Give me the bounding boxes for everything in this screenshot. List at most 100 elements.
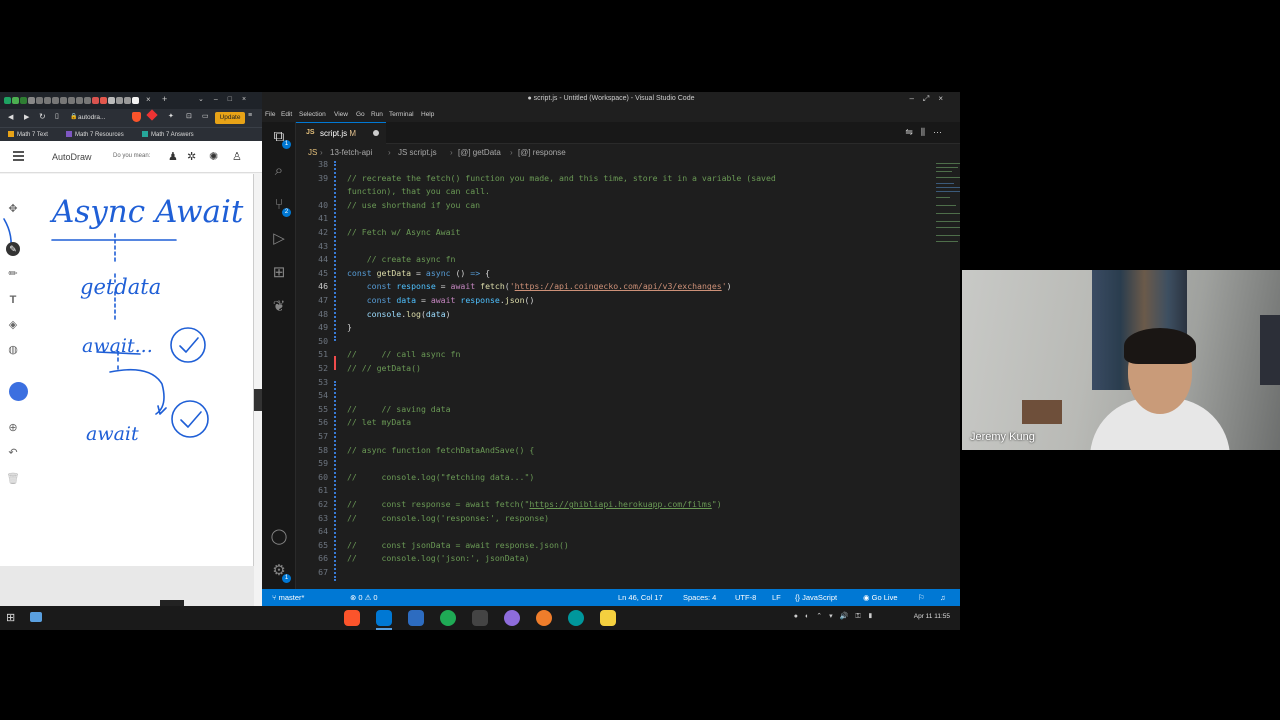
extensions-icon[interactable]: ⊞ <box>270 264 288 282</box>
autodraw-tool-icon[interactable]: ✎ <box>6 242 20 256</box>
new-tab-icon[interactable]: + <box>162 94 167 104</box>
drawing-canvas[interactable]: Async Await getdata await... await ✥ ✎ ✏… <box>0 174 254 566</box>
tab-favicon-icon[interactable] <box>100 97 107 104</box>
tab-favicon-icon[interactable] <box>52 97 59 104</box>
accounts-icon[interactable]: ◯ <box>270 528 288 546</box>
menu-icon[interactable]: ≡ <box>248 112 252 119</box>
feedback-icon[interactable]: ⚐ <box>918 593 925 602</box>
shape-tool-icon[interactable]: ◍ <box>6 343 20 357</box>
file-manager-icon[interactable] <box>472 610 488 626</box>
suggestion-bug-icon[interactable]: ✲ <box>187 150 196 163</box>
language-mode[interactable]: {} JavaScript <box>795 593 837 602</box>
breadcrumb-symbol-getdata[interactable]: [@] getData <box>458 148 501 157</box>
breadcrumb-root[interactable]: JS <box>308 148 317 157</box>
tab-favicon-icon[interactable] <box>92 97 99 104</box>
color-picker-swatch[interactable] <box>9 382 28 401</box>
tab-favicon-icon[interactable] <box>12 97 19 104</box>
line-ending[interactable]: LF <box>772 593 781 602</box>
vscode-icon[interactable] <box>376 610 392 626</box>
minimap[interactable] <box>932 161 960 251</box>
bookmark-math-7-answers[interactable]: Math 7 Answers <box>142 131 194 138</box>
breadcrumb-symbol-response[interactable]: [@] response <box>518 148 566 157</box>
delete-icon[interactable]: 🗑 <box>6 472 20 486</box>
tab-favicon-icon[interactable] <box>44 97 51 104</box>
bookmark-icon[interactable]: ▯ <box>55 112 59 120</box>
cursor-position[interactable]: Ln 46, Col 17 <box>618 593 663 602</box>
brave-browser-icon[interactable] <box>344 610 360 626</box>
wallet-icon[interactable]: ▭ <box>202 112 209 120</box>
chat-app-icon[interactable] <box>504 610 520 626</box>
tab-favicon-icon[interactable] <box>4 97 11 104</box>
brave-shield-icon[interactable] <box>132 112 141 122</box>
problems-indicator[interactable]: ⊗ 0 ⚠ 0 <box>350 593 378 602</box>
menu-terminal[interactable]: Terminal <box>389 111 414 118</box>
browser-tab-strip[interactable]: × + ⌄–□× <box>0 92 262 109</box>
menu-file[interactable]: File <box>265 111 275 118</box>
bookmark-math-7-resources[interactable]: Math 7 Resources <box>66 131 124 138</box>
taskbar-clock[interactable]: Apr 11 11:55 <box>914 613 950 620</box>
menu-view[interactable]: View <box>334 111 348 118</box>
back-icon[interactable]: ◀ <box>8 113 13 121</box>
tab-favicon-icon[interactable] <box>108 97 115 104</box>
close-tab-icon[interactable]: × <box>146 95 151 104</box>
breadcrumb-folder[interactable]: 13-fetch-api <box>330 148 372 157</box>
indentation[interactable]: Spaces: 4 <box>683 593 716 602</box>
suggestion-figure-icon[interactable]: ♟ <box>168 150 178 163</box>
reload-icon[interactable]: ↻ <box>39 112 46 121</box>
suggestion-spider-icon[interactable]: ✺ <box>209 150 218 163</box>
system-tray[interactable]: ●◐⌃▾🔊⚿▮ <box>794 612 880 621</box>
select-tool-icon[interactable]: ✥ <box>6 202 20 216</box>
tab-favicon-icon[interactable] <box>84 97 91 104</box>
branch-indicator[interactable]: ⑂ master* <box>272 593 304 602</box>
tab-favicon-icon[interactable] <box>124 97 131 104</box>
brave-rewards-icon[interactable] <box>146 109 158 121</box>
postman-icon[interactable] <box>536 610 552 626</box>
zoom-icon[interactable]: ⊕ <box>6 421 20 435</box>
fill-tool-icon[interactable]: ◈ <box>6 318 20 332</box>
window-controls[interactable]: ⌄–□× <box>198 95 256 103</box>
breadcrumb-file[interactable]: JS script.js <box>398 148 437 157</box>
menu-edit[interactable]: Edit <box>281 111 292 118</box>
tab-favicon-icon[interactable] <box>60 97 67 104</box>
window-controls[interactable]: –⤢× <box>909 94 952 104</box>
tab-favicon-icon[interactable] <box>20 97 27 104</box>
go-live-button[interactable]: ◉ Go Live <box>863 593 898 602</box>
code-editor[interactable]: 38 39// recreate the fetch() function yo… <box>296 159 960 589</box>
editor-actions[interactable]: ⇋⫼⋯ <box>905 127 950 138</box>
start-menu-icon[interactable]: ⊞ <box>6 611 15 624</box>
tab-favicon-icon[interactable] <box>36 97 43 104</box>
unsaved-dot-icon[interactable] <box>373 130 379 136</box>
active-tab-favicon-icon[interactable] <box>132 97 139 104</box>
tab-favicon-icon[interactable] <box>28 97 35 104</box>
notes-icon[interactable] <box>600 610 616 626</box>
resize-handle[interactable] <box>254 389 262 411</box>
screenshot-icon[interactable]: ⊡ <box>186 112 192 120</box>
tab-favicon-icon[interactable] <box>76 97 83 104</box>
update-button[interactable]: Update <box>215 112 245 124</box>
extensions-icon[interactable]: ✦ <box>168 112 174 120</box>
encoding[interactable]: UTF-8 <box>735 593 756 602</box>
search-icon[interactable]: ⌕ <box>270 162 288 180</box>
arduino-icon[interactable] <box>568 610 584 626</box>
obs-icon[interactable] <box>440 610 456 626</box>
menu-run[interactable]: Run <box>371 111 383 118</box>
bookmark-math-7-text[interactable]: Math 7 Text <box>8 131 48 138</box>
address-bar[interactable]: autodra... <box>78 112 128 124</box>
notifications-bell-icon[interactable]: ♫ <box>940 593 946 602</box>
mongodb-leaf-icon[interactable]: ❦ <box>270 298 288 316</box>
tab-script-js[interactable]: JS script.js M <box>296 122 386 144</box>
run-debug-icon[interactable]: ▷ <box>270 230 288 248</box>
forward-icon[interactable]: ▶ <box>24 113 29 121</box>
menu-help[interactable]: Help <box>421 111 434 118</box>
menu-go[interactable]: Go <box>356 111 365 118</box>
hamburger-menu-icon[interactable] <box>13 151 24 161</box>
tab-favicon-icon[interactable] <box>68 97 75 104</box>
tab-favicon-icon[interactable] <box>116 97 123 104</box>
show-desktop-icon[interactable] <box>30 612 42 622</box>
type-tool-icon[interactable]: T <box>6 293 20 307</box>
undo-icon[interactable]: ↶ <box>6 446 20 460</box>
menu-selection[interactable]: Selection <box>299 111 326 118</box>
draw-tool-icon[interactable]: ✏ <box>6 267 20 281</box>
suggestion-person-icon[interactable]: ♙ <box>232 150 242 163</box>
snipping-tool-icon[interactable] <box>408 610 424 626</box>
